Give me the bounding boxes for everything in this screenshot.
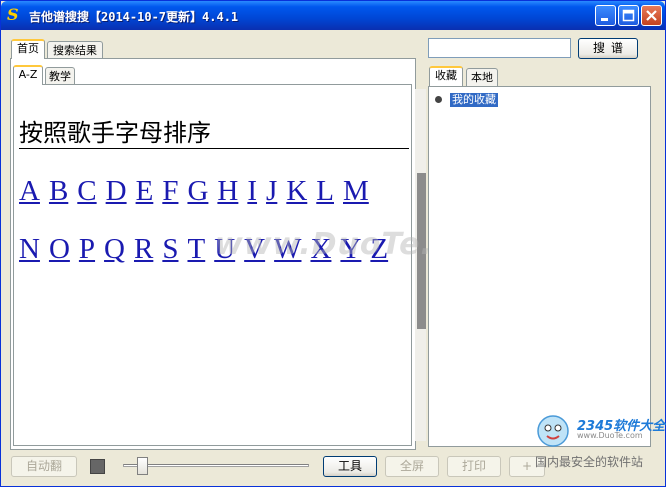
brand-slogan: 国内最安全的软件站 bbox=[535, 455, 644, 469]
letter-link-l[interactable]: L bbox=[316, 175, 334, 207]
tab-teaching[interactable]: 教学 bbox=[45, 67, 75, 85]
maximize-icon bbox=[622, 9, 635, 22]
window-title: 吉他谱搜搜【2014-10-7更新】4.4.1 bbox=[29, 10, 239, 24]
letter-link-g[interactable]: G bbox=[187, 175, 208, 207]
close-icon bbox=[646, 10, 657, 21]
letter-link-t[interactable]: T bbox=[187, 233, 205, 265]
letter-link-u[interactable]: U bbox=[214, 233, 235, 265]
tree-bullet-icon bbox=[435, 96, 442, 103]
app-window: S 吉他谱搜搜【2014-10-7更新】4.4.1 首页 搜索结果 A-Z 教学… bbox=[0, 0, 666, 487]
letter-link-c[interactable]: C bbox=[77, 175, 96, 207]
letter-row-a-m: ABCDEFGHIJKLM bbox=[19, 175, 378, 208]
letter-link-n[interactable]: N bbox=[19, 233, 40, 265]
letter-link-a[interactable]: A bbox=[19, 175, 40, 207]
tab-favorites[interactable]: 收藏 bbox=[429, 66, 463, 86]
favorites-root-label: 我的收藏 bbox=[450, 93, 498, 107]
letter-link-f[interactable]: F bbox=[162, 175, 178, 207]
letter-link-w[interactable]: W bbox=[274, 233, 301, 265]
artist-index: 按照歌手字母排序 ABCDEFGHIJKLM NOPQRSTUVWXYZ bbox=[15, 89, 411, 441]
print-button[interactable]: 打印 bbox=[447, 456, 501, 477]
favorites-panel bbox=[428, 86, 651, 447]
letter-link-r[interactable]: R bbox=[134, 233, 153, 265]
search-input[interactable] bbox=[428, 38, 571, 58]
app-icon: S bbox=[7, 5, 19, 24]
tab-home[interactable]: 首页 bbox=[11, 39, 45, 59]
letter-link-q[interactable]: Q bbox=[104, 233, 125, 265]
letter-link-e[interactable]: E bbox=[136, 175, 154, 207]
add-button[interactable]: + bbox=[509, 456, 545, 477]
letter-link-p[interactable]: P bbox=[79, 233, 95, 265]
minimize-button[interactable] bbox=[595, 5, 616, 26]
letter-link-h[interactable]: H bbox=[217, 175, 238, 207]
tab-search-results[interactable]: 搜索结果 bbox=[47, 41, 103, 59]
tab-a-z[interactable]: A-Z bbox=[13, 65, 43, 85]
letter-row-n-z: NOPQRSTUVWXYZ bbox=[19, 233, 397, 266]
letter-link-m[interactable]: M bbox=[343, 175, 369, 207]
letter-link-s[interactable]: S bbox=[162, 233, 178, 265]
heading-divider bbox=[19, 148, 409, 149]
letter-link-o[interactable]: O bbox=[49, 233, 70, 265]
letter-link-y[interactable]: Y bbox=[340, 233, 361, 265]
stop-icon[interactable] bbox=[90, 459, 105, 474]
scrollbar-thumb[interactable] bbox=[417, 173, 426, 329]
title-bar[interactable]: S 吉他谱搜搜【2014-10-7更新】4.4.1 bbox=[1, 1, 665, 30]
search-button[interactable]: 搜谱 bbox=[578, 38, 638, 59]
letter-link-d[interactable]: D bbox=[106, 175, 127, 207]
tools-button[interactable]: 工具 bbox=[323, 456, 377, 477]
letter-link-b[interactable]: B bbox=[49, 175, 68, 207]
page-heading: 按照歌手字母排序 bbox=[19, 119, 211, 147]
speed-slider-thumb[interactable] bbox=[137, 457, 148, 475]
letter-link-j[interactable]: J bbox=[266, 175, 277, 207]
letter-link-k[interactable]: K bbox=[286, 175, 307, 207]
tab-local[interactable]: 本地 bbox=[466, 68, 498, 86]
letter-link-i[interactable]: I bbox=[247, 175, 257, 207]
minimize-icon bbox=[601, 18, 608, 21]
letter-link-v[interactable]: V bbox=[244, 233, 265, 265]
close-button[interactable] bbox=[641, 5, 662, 26]
speed-slider-track[interactable] bbox=[123, 464, 309, 467]
letter-link-x[interactable]: X bbox=[310, 233, 331, 265]
letter-link-z[interactable]: Z bbox=[370, 233, 388, 265]
fullscreen-button[interactable]: 全屏 bbox=[385, 456, 439, 477]
maximize-button[interactable] bbox=[618, 5, 639, 26]
auto-flip-button[interactable]: 自动翻 bbox=[11, 456, 77, 477]
